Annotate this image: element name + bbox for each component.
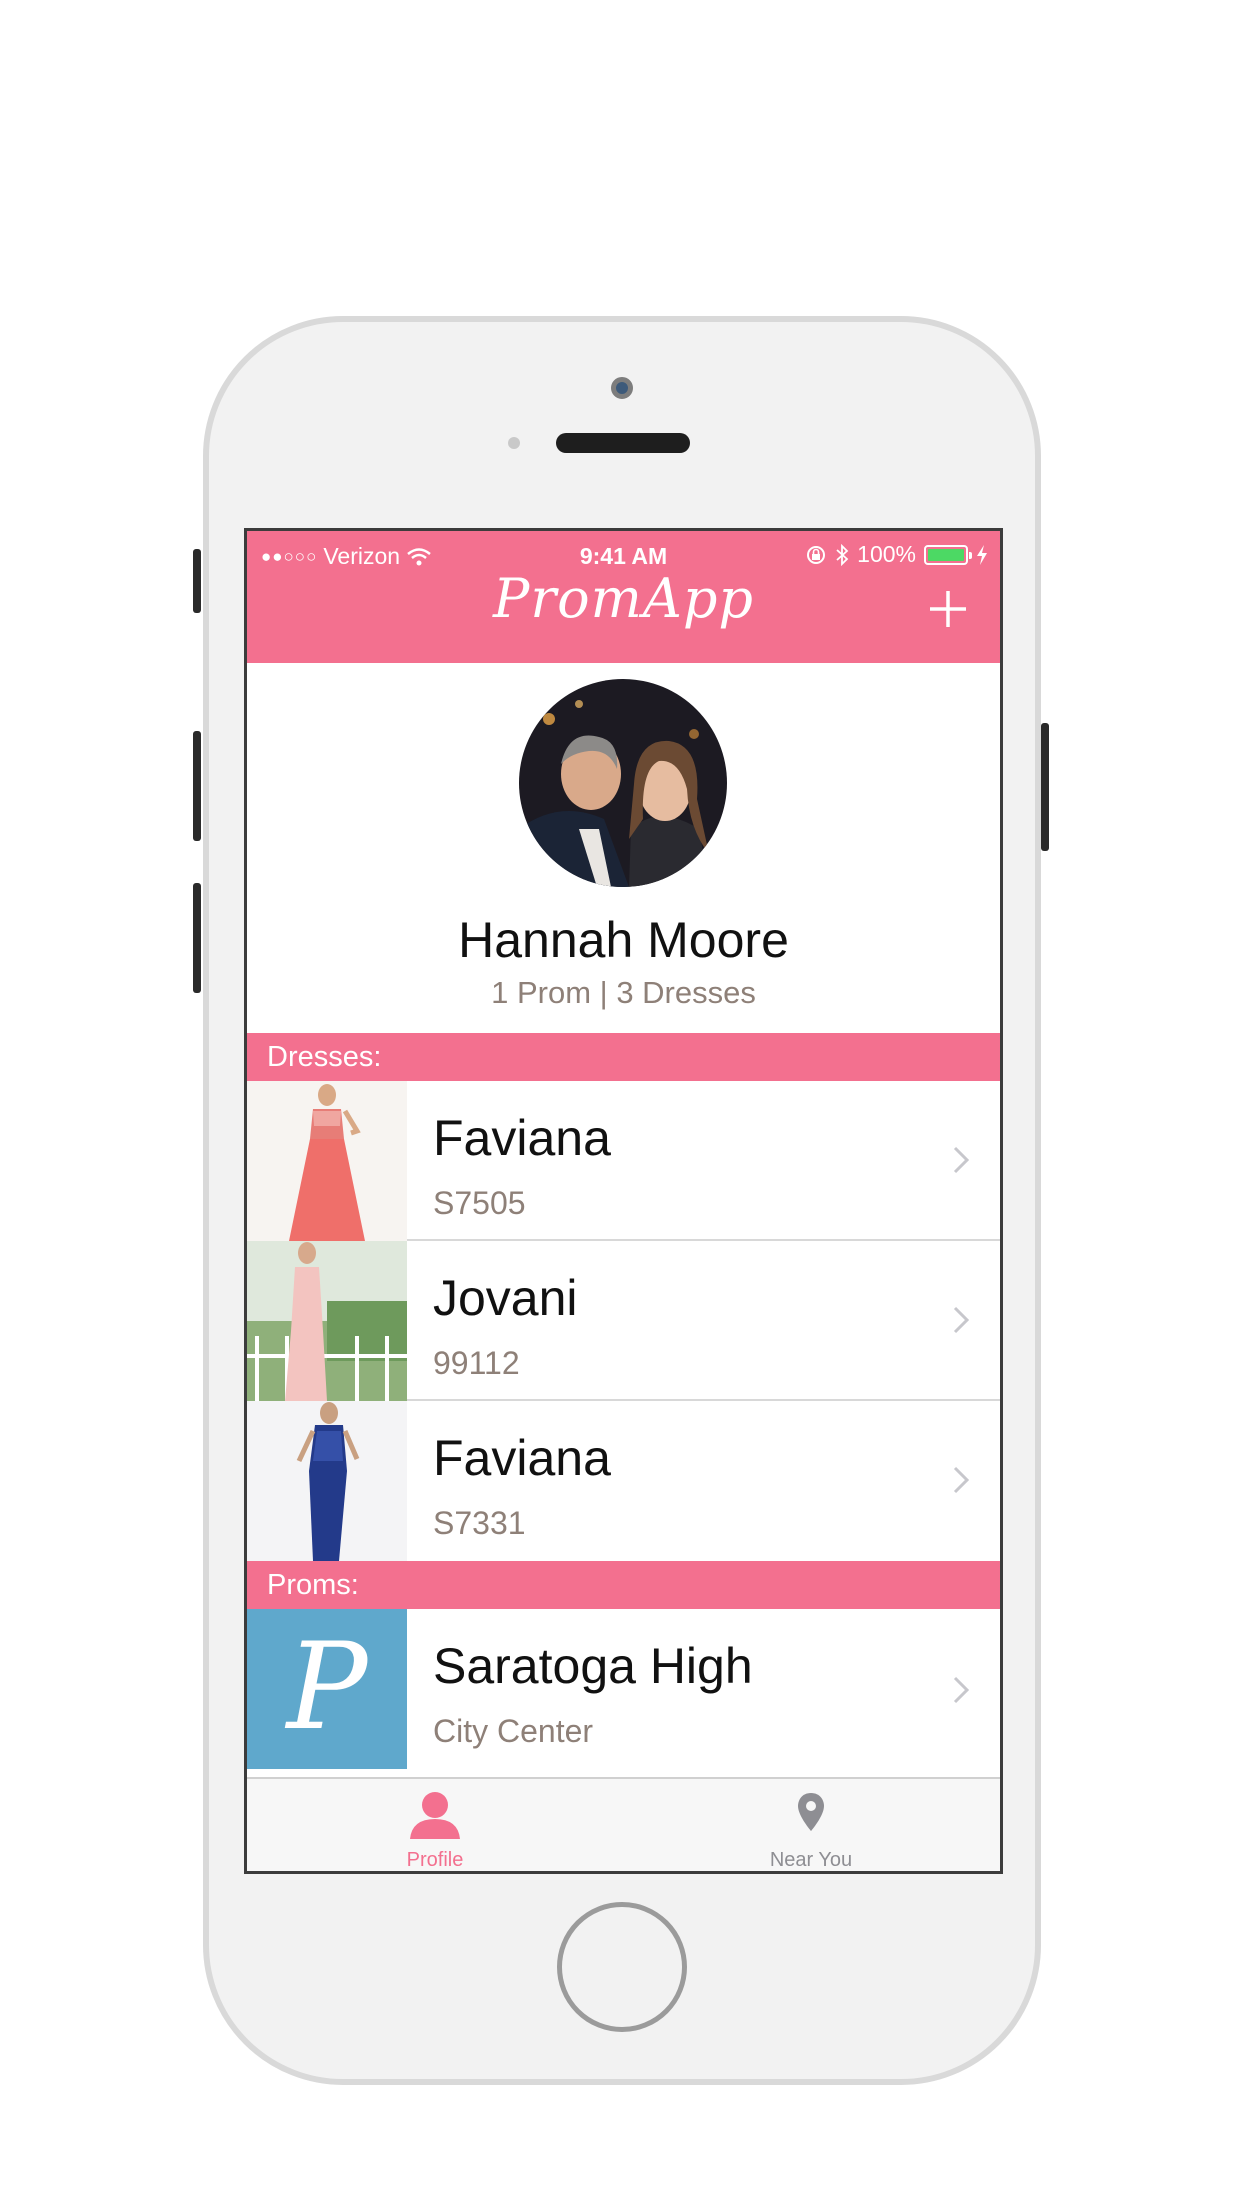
dress-style-number: 99112 [433,1345,520,1381]
prom-school-name: Saratoga High [433,1638,753,1694]
home-button[interactable] [557,1902,687,2032]
dress-brand: Faviana [433,1110,611,1166]
proms-section-header: Proms: [247,1561,1000,1609]
dress-row[interactable]: Faviana S7331 [247,1401,1000,1561]
chevron-right-icon [953,1306,970,1334]
location-pin-icon [798,1793,824,1831]
battery-percent: 100% [857,541,916,567]
profile-header: Hannah Moore 1 Prom | 3 Dresses [247,663,1000,1033]
prom-logo-tile: P [247,1609,407,1769]
prom-venue: City Center [433,1713,594,1749]
rotation-lock-icon [807,545,826,564]
bluetooth-icon [836,543,849,566]
mute-switch [193,549,201,613]
dress-thumbnail [247,1081,407,1241]
power-button [1041,723,1049,851]
volume-down-button [193,883,201,993]
dress-brand: Faviana [433,1430,611,1486]
dress-thumbnail [247,1241,407,1401]
tab-label: Near You [769,1849,853,1871]
front-camera [611,377,633,399]
profile-stats: 1 Prom | 3 Dresses [491,975,756,1010]
dresses-section-header: Dresses: [247,1033,1000,1081]
chevron-right-icon [953,1146,970,1174]
dress-row[interactable]: Jovani 99112 [247,1241,1000,1401]
chevron-right-icon [953,1466,970,1494]
app-screen: ●●○○○ Verizon 9:41 AM 100% PromApp Hanna… [244,528,1003,1874]
avatar[interactable] [519,679,727,887]
dress-row[interactable]: Faviana S7505 [247,1081,1000,1241]
profile-name: Hannah Moore [458,912,789,968]
navigation-bar: ●●○○○ Verizon 9:41 AM 100% PromApp [247,531,1000,663]
earpiece-speaker [556,433,690,453]
dress-style-number: S7331 [433,1505,526,1541]
chevron-right-icon [953,1676,970,1704]
app-title: PromApp [493,567,754,630]
dress-brand: Jovani [433,1270,578,1326]
prom-row[interactable]: P Saratoga High City Center [247,1609,1000,1769]
dress-thumbnail [247,1401,407,1561]
proximity-sensor [508,437,520,449]
charging-icon [977,544,987,565]
tab-near-you[interactable]: Near You [623,1779,999,1871]
dress-style-number: S7505 [433,1185,526,1221]
tab-label: Profile [406,1849,464,1871]
person-icon [410,1792,460,1839]
plus-icon[interactable] [926,587,970,631]
battery-icon [924,544,972,565]
volume-up-button [193,731,201,841]
tab-profile[interactable]: Profile [247,1779,623,1871]
tab-bar: Profile Near You [247,1777,1000,1871]
prom-logo-letter: P [286,1618,368,1757]
